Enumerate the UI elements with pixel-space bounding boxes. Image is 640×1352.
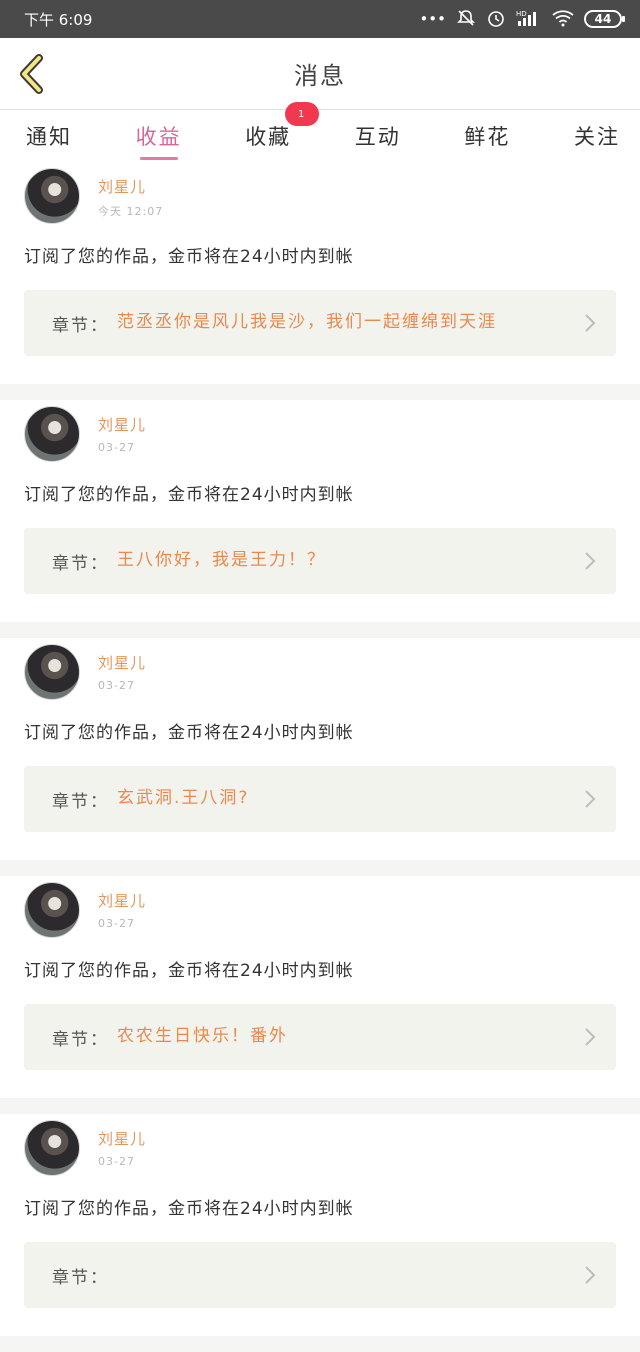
tab-favorites[interactable]: 收藏 1: [245, 102, 320, 162]
chapter-title: 农农生日快乐！番外: [117, 1026, 288, 1047]
message-list: 刘星儿 今天 12:07 订阅了您的作品，金币将在24小时内到帐 章节： 范丞丞…: [0, 162, 640, 1352]
avatar[interactable]: [24, 168, 80, 224]
username[interactable]: 刘星儿: [98, 1128, 146, 1149]
chevron-left-icon: [20, 54, 43, 94]
chapter-label: 章节：: [52, 553, 109, 574]
chapter-link[interactable]: 章节： 农农生日快乐！番外: [24, 1004, 616, 1070]
tab-label: 关注: [573, 125, 620, 149]
chapter-link[interactable]: 章节： 玄武洞.王八洞?: [24, 766, 616, 832]
username[interactable]: 刘星儿: [98, 414, 146, 435]
svg-text:HD: HD: [516, 10, 527, 18]
message-card: 刘星儿 03-27 订阅了您的作品，金币将在24小时内到帐 章节： 农农生日快乐…: [0, 876, 640, 1098]
tab-label: 收益: [135, 125, 182, 149]
chapter-label: 章节：: [52, 791, 109, 812]
chapter-label: 章节：: [52, 1267, 109, 1288]
message-text: 订阅了您的作品，金币将在24小时内到帐: [24, 247, 354, 267]
signal-icon: HD: [516, 9, 542, 30]
chapter-link[interactable]: 章节：: [24, 1242, 616, 1308]
message-time: 今天 12:07: [98, 205, 164, 218]
chevron-right-icon: [584, 1027, 596, 1047]
wifi-icon: [552, 9, 574, 30]
message-card: 刘星儿 03-27 订阅了您的作品，金币将在24小时内到帐 章节：: [0, 1114, 640, 1336]
chapter-label: 章节：: [52, 315, 109, 336]
tab-label: 鲜花: [464, 125, 511, 149]
chevron-right-icon: [584, 789, 596, 809]
more-dots-icon: •••: [419, 9, 446, 28]
title-bar: 消息: [0, 38, 640, 110]
tab-notifications[interactable]: 通知: [26, 110, 72, 162]
avatar[interactable]: [24, 644, 80, 700]
mute-bell-icon: [456, 8, 476, 31]
tab-follows[interactable]: 关注: [574, 110, 620, 162]
chevron-right-icon: [584, 551, 596, 571]
chevron-right-icon: [584, 313, 596, 333]
status-icons: ••• HD 44: [419, 8, 625, 31]
message-text: 订阅了您的作品，金币将在24小时内到帐: [24, 961, 354, 981]
avatar[interactable]: [24, 882, 80, 938]
chapter-title: 范丞丞你是风儿我是沙，我们一起缠绵到天涯: [117, 312, 497, 333]
alarm-icon: [486, 8, 506, 31]
message-card: 刘星儿 03-27 订阅了您的作品，金币将在24小时内到帐 章节： 玄武洞.王八…: [0, 638, 640, 860]
unread-badge: 1: [285, 102, 320, 126]
chapter-link[interactable]: 章节： 范丞丞你是风儿我是沙，我们一起缠绵到天涯: [24, 290, 616, 356]
message-text: 订阅了您的作品，金币将在24小时内到帐: [24, 723, 354, 743]
message-time: 03-27: [98, 679, 135, 692]
username[interactable]: 刘星儿: [98, 652, 146, 673]
avatar[interactable]: [24, 1120, 80, 1176]
chapter-link[interactable]: 章节： 王八你好，我是王力！？: [24, 528, 616, 594]
tab-interactions[interactable]: 互动: [355, 110, 401, 162]
tab-earnings[interactable]: 收益: [136, 110, 182, 162]
chapter-title: 王八你好，我是王力！？: [117, 550, 326, 571]
tab-bar: 通知 收益 收藏 1 互动 鲜花 关注: [0, 102, 640, 162]
tab-label: 收藏: [245, 125, 292, 149]
message-time: 03-27: [98, 1155, 135, 1168]
chevron-right-icon: [584, 1265, 596, 1285]
avatar[interactable]: [24, 406, 80, 462]
chapter-title: 玄武洞.王八洞?: [117, 788, 250, 809]
back-button[interactable]: [12, 52, 52, 96]
status-time: 下午 6:09: [24, 10, 93, 29]
message-text: 订阅了您的作品，金币将在24小时内到帐: [24, 485, 354, 505]
tab-label: 互动: [354, 125, 401, 149]
tab-flowers[interactable]: 鲜花: [464, 110, 510, 162]
battery-indicator: 44: [584, 10, 625, 28]
username[interactable]: 刘星儿: [98, 890, 146, 911]
username[interactable]: 刘星儿: [98, 176, 163, 197]
page-title: 消息: [294, 62, 346, 90]
tab-label: 通知: [26, 125, 72, 149]
message-card: 刘星儿 今天 12:07 订阅了您的作品，金币将在24小时内到帐 章节： 范丞丞…: [0, 162, 640, 384]
chapter-label: 章节：: [52, 1029, 109, 1050]
message-text: 订阅了您的作品，金币将在24小时内到帐: [24, 1199, 354, 1219]
message-card: 刘星儿 03-27 订阅了您的作品，金币将在24小时内到帐 章节： 王八你好，我…: [0, 400, 640, 622]
message-time: 03-27: [98, 917, 135, 930]
message-time: 03-27: [98, 441, 135, 454]
status-bar: 下午 6:09 ••• HD 44: [0, 0, 640, 38]
